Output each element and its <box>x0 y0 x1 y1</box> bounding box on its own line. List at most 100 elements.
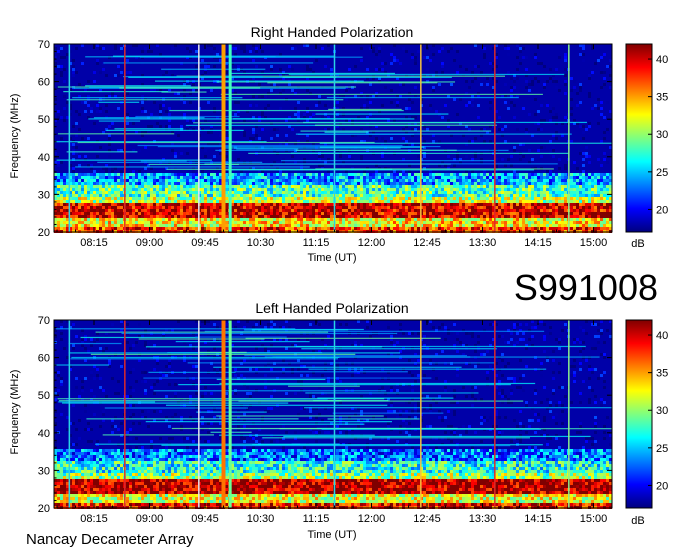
spectrogram-cell <box>390 194 393 197</box>
spectrogram-cell <box>447 191 450 194</box>
spectrogram-cell <box>384 218 387 221</box>
spectrogram-cell <box>321 215 324 218</box>
spectrogram-cell <box>603 209 606 212</box>
spectrogram-cell <box>330 188 333 191</box>
spectrogram-cell <box>66 209 69 212</box>
spectrogram-cell <box>486 185 489 188</box>
spectrogram-cell <box>606 188 609 191</box>
spectrogram-cell <box>282 206 285 209</box>
spectrogram-cell <box>144 206 147 209</box>
spectrogram-cell <box>477 182 480 185</box>
spectrogram-cell <box>138 227 141 230</box>
spectrogram-cell <box>606 128 609 131</box>
spectrogram-cell <box>468 173 471 176</box>
spectrogram-cell <box>294 215 297 218</box>
spectrogram-cell <box>597 191 600 194</box>
spectrogram-cell <box>465 191 468 194</box>
spectrogram-cell <box>132 197 135 200</box>
spectrogram-cell <box>516 56 519 59</box>
spectrogram-cell <box>258 206 261 209</box>
spectrogram-cell <box>450 191 453 194</box>
spectrogram-cell <box>75 110 78 113</box>
spectrogram-cell <box>345 89 348 92</box>
spectrogram-cell <box>444 176 447 179</box>
spectrogram-cell <box>171 221 174 224</box>
spectrogram-cell <box>174 200 177 203</box>
spectrogram-cell <box>549 68 552 71</box>
spectrogram-cell <box>312 173 315 176</box>
spectrogram-cell <box>237 227 240 230</box>
spectrogram-cell <box>168 203 171 206</box>
spectrogram-cell <box>150 206 153 209</box>
spectrogram-cell <box>369 203 372 206</box>
spectrogram-cell <box>399 221 402 224</box>
spectrogram-cell <box>465 173 468 176</box>
spectrogram-cell <box>309 173 312 176</box>
spectrogram-cell <box>297 200 300 203</box>
spectrogram-cell <box>606 191 609 194</box>
spectrogram-cell <box>120 71 123 74</box>
spectrogram-cell <box>423 176 426 179</box>
spectrogram-cell <box>558 212 561 215</box>
spectrogram-cell <box>372 182 375 185</box>
x-tick-label: 09:45 <box>191 237 219 249</box>
spectrogram-cell <box>444 182 447 185</box>
spectrogram-cell <box>594 206 597 209</box>
spectrogram-cell <box>600 86 603 89</box>
spectrogram-cell <box>396 197 399 200</box>
spectrogram-cell <box>249 104 252 107</box>
spectrogram-cell <box>81 191 84 194</box>
spectrogram-cell <box>381 179 384 182</box>
spectrogram-cell <box>471 203 474 206</box>
spectrogram-cell <box>417 224 420 227</box>
spectrogram-cell <box>396 227 399 230</box>
striation <box>63 91 169 93</box>
spectrogram-cell <box>246 182 249 185</box>
spectrogram-cell <box>129 71 132 74</box>
spectrogram-cell <box>63 107 66 110</box>
spectrogram-cell <box>327 224 330 227</box>
spectrogram-cell <box>171 212 174 215</box>
spectrogram-cell <box>252 203 255 206</box>
spectrogram-cell <box>309 227 312 230</box>
spectrogram-cell <box>369 218 372 221</box>
spectrogram-cell <box>513 209 516 212</box>
spectrogram-cell <box>387 209 390 212</box>
spectrogram-cell <box>72 212 75 215</box>
spectrogram-cell <box>237 215 240 218</box>
spectrogram-cell <box>60 185 63 188</box>
spectrogram-cell <box>360 155 363 158</box>
spectrogram-cell <box>96 188 99 191</box>
spectrogram-cell <box>156 188 159 191</box>
spectrogram-cell <box>414 197 417 200</box>
spectrogram-cell <box>129 215 132 218</box>
spectrogram-cell <box>201 203 204 206</box>
spectrogram-cell <box>252 176 255 179</box>
spectrogram-cell <box>108 197 111 200</box>
spectrogram-cell <box>573 206 576 209</box>
spectrogram-cell <box>171 218 174 221</box>
spectrogram-cell <box>459 191 462 194</box>
spectrogram-cell <box>378 227 381 230</box>
spectrogram-cell <box>105 176 108 179</box>
spectrogram-cell <box>201 176 204 179</box>
spectrogram-cell <box>369 212 372 215</box>
spectrogram-cell <box>63 185 66 188</box>
spectrogram-cell <box>402 197 405 200</box>
spectrogram-cell <box>498 182 501 185</box>
spectrogram-cell <box>564 179 567 182</box>
spectrogram-cell <box>63 95 66 98</box>
spectrogram-cell <box>270 203 273 206</box>
spectrogram-cell <box>516 224 519 227</box>
spectrogram-cell <box>306 203 309 206</box>
spectrogram-cell <box>606 209 609 212</box>
spectrogram-cell <box>405 194 408 197</box>
spectrogram-cell <box>549 119 552 122</box>
spectrogram-cell <box>183 212 186 215</box>
spectrogram-cell <box>312 212 315 215</box>
spectrogram-cell <box>81 188 84 191</box>
spectrogram-cell <box>597 107 600 110</box>
spectrogram-cell <box>102 182 105 185</box>
spectrogram-cell <box>189 173 192 176</box>
spectrogram-cell <box>342 200 345 203</box>
